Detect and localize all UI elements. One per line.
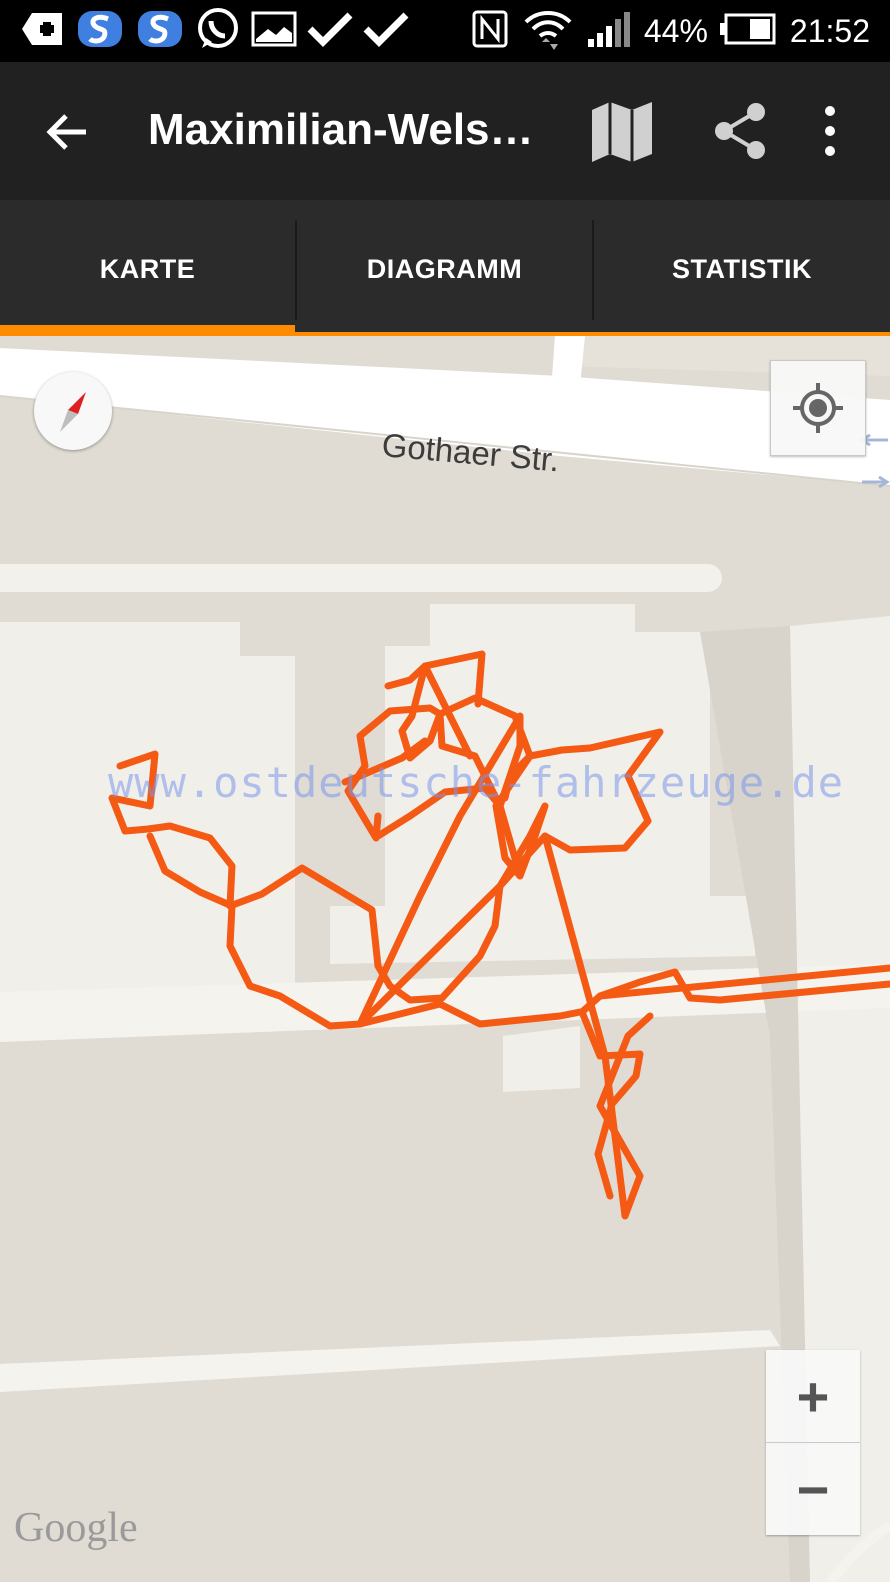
my-location-button[interactable] (770, 360, 866, 456)
tab-karte[interactable]: KARTE (0, 200, 295, 338)
battery-percent: 44% (643, 12, 708, 49)
sync-icon (134, 7, 186, 56)
back-button[interactable] (44, 108, 92, 156)
share-button[interactable] (712, 102, 770, 160)
active-tab-indicator (0, 325, 295, 336)
check-icon (306, 9, 354, 54)
tab-bar: KARTE DIAGRAMM STATISTIK (0, 200, 890, 338)
map-icon (592, 102, 652, 162)
battery-icon (719, 12, 778, 51)
map-type-button[interactable] (590, 100, 654, 164)
watermark-text: www.ostdeutsche-fahrzeuge.de (108, 758, 845, 807)
whatsapp-icon (194, 6, 242, 57)
map-canvas (0, 336, 890, 1582)
overflow-menu-button[interactable] (818, 102, 842, 160)
zoom-out-button[interactable]: − (766, 1443, 860, 1535)
arrow-left-icon (46, 114, 86, 150)
page-title: Maximilian-Wels… (148, 105, 534, 154)
status-bar: 44% 21:52 (0, 0, 890, 62)
notification-icons (18, 6, 410, 57)
nfc-icon (470, 9, 510, 54)
map-view[interactable]: Gothaer Str. www.ostdeutsche-fahrzeuge.d… (0, 336, 890, 1582)
tab-statistik[interactable]: STATISTIK (594, 200, 890, 338)
more-vert-icon (825, 106, 835, 156)
my-location-icon (793, 383, 843, 433)
check-icon (362, 9, 410, 54)
compass-icon (60, 392, 86, 432)
add-box-icon (18, 9, 66, 54)
wifi-icon (522, 6, 574, 57)
tab-diagramm[interactable]: DIAGRAMM (297, 200, 592, 338)
app-toolbar: Maximilian-Wels… (0, 62, 890, 200)
clock: 21:52 (789, 12, 870, 49)
gallery-icon (250, 9, 298, 54)
sync-icon (74, 7, 126, 56)
zoom-in-button[interactable]: + (766, 1350, 860, 1443)
system-icons: 44% 21:52 (470, 6, 870, 56)
compass-button[interactable] (34, 372, 112, 450)
signal-icon (586, 9, 632, 54)
google-attribution-logo: Google (14, 1505, 138, 1551)
share-icon (715, 103, 765, 159)
